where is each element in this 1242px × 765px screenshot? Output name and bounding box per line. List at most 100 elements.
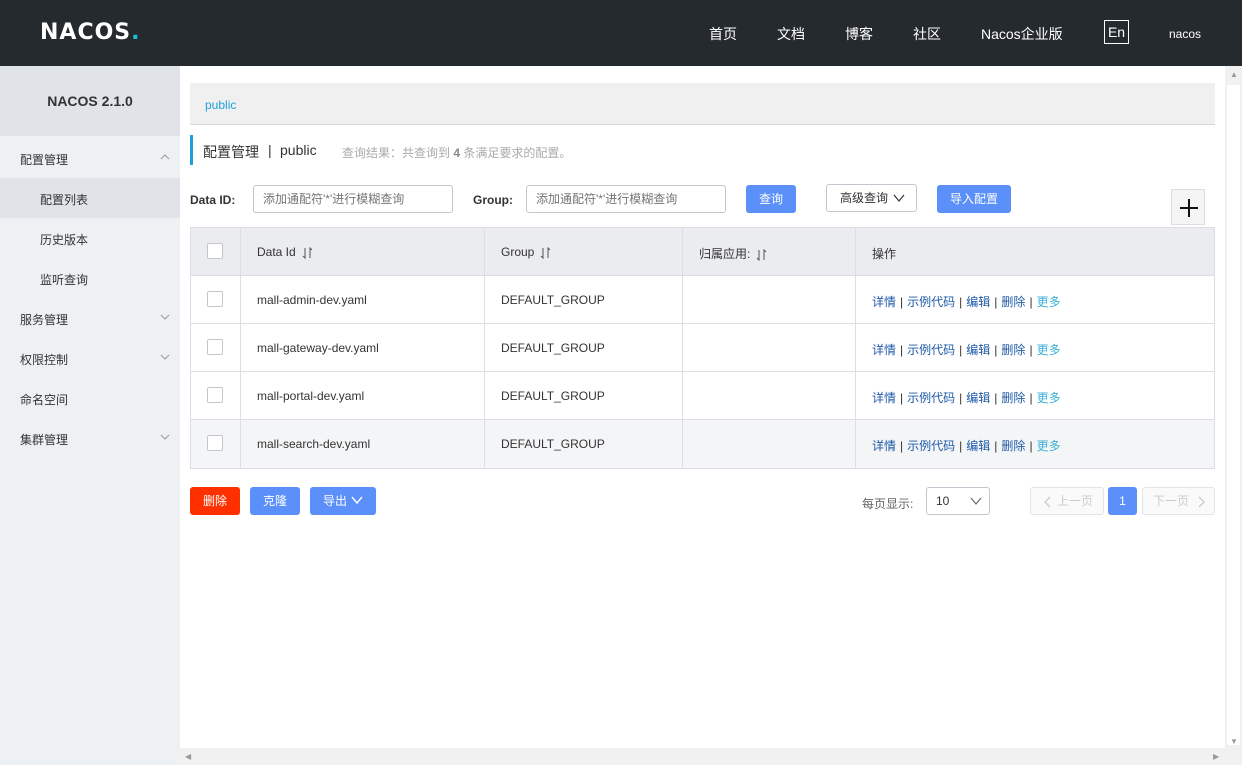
scroll-left-arrow-icon[interactable]: ◀ (185, 752, 191, 761)
table-row: mall-search-dev.yaml DEFAULT_GROUP 详情 | 示例… (191, 420, 1214, 468)
more-link[interactable]: 更多 (1037, 295, 1061, 309)
nav-enterprise[interactable]: Nacos企业版 (981, 24, 1063, 44)
row-checkbox[interactable] (207, 435, 223, 451)
user-menu[interactable]: nacos (1169, 27, 1201, 41)
delete-link[interactable]: 删除 (1001, 343, 1025, 357)
action-separator: | (994, 391, 998, 405)
nav-community[interactable]: 社区 (913, 24, 941, 44)
prev-page-button[interactable]: 上一页 (1030, 487, 1104, 515)
sample-code-link[interactable]: 示例代码 (907, 343, 955, 357)
action-separator: | (1029, 343, 1033, 357)
header-actions: 操作 (856, 228, 1215, 275)
scroll-down-arrow-icon[interactable]: ▼ (1230, 737, 1238, 746)
sidebar-item-access-control[interactable]: 权限控制 (0, 338, 180, 378)
more-link[interactable]: 更多 (1037, 439, 1061, 453)
detail-link[interactable]: 详情 (872, 295, 896, 309)
chevron-down-icon (893, 194, 905, 202)
sidebar-item-label: 集群管理 (20, 433, 69, 447)
sort-icon[interactable] (756, 248, 768, 261)
bulk-delete-button[interactable]: 删除 (190, 487, 240, 515)
nav-blog[interactable]: 博客 (845, 24, 873, 44)
scroll-right-arrow-icon[interactable]: ▶ (1213, 752, 1219, 761)
sidebar-item-listener-query[interactable]: 监听查询 (0, 258, 180, 298)
more-link[interactable]: 更多 (1037, 391, 1061, 405)
edit-link[interactable]: 编辑 (966, 391, 990, 405)
horizontal-scrollbar[interactable] (180, 748, 1225, 765)
logo-dot: . (131, 20, 141, 45)
scroll-up-arrow-icon[interactable]: ▲ (1230, 70, 1238, 79)
header-app[interactable]: 归属应用: (683, 228, 856, 275)
detail-link[interactable]: 详情 (872, 343, 896, 357)
action-separator: | (1029, 391, 1033, 405)
chevron-down-icon (160, 314, 170, 320)
header-label: Data Id (257, 245, 296, 259)
edit-link[interactable]: 编辑 (966, 439, 990, 453)
hint-prefix: 查询结果：共查询到 (342, 146, 451, 160)
chevron-down-icon (160, 354, 170, 360)
delete-link[interactable]: 删除 (1001, 295, 1025, 309)
group-input[interactable] (526, 185, 726, 213)
nav-home[interactable]: 首页 (709, 24, 737, 44)
namespace-link-public[interactable]: public (205, 98, 236, 112)
header-data-id[interactable]: Data Id (241, 228, 485, 275)
export-button[interactable]: 导出 (310, 487, 376, 515)
sidebar-item-service-management[interactable]: 服务管理 (0, 298, 180, 338)
delete-link[interactable]: 删除 (1001, 439, 1025, 453)
action-separator: | (994, 439, 998, 453)
sidebar-item-label: 监听查询 (40, 273, 89, 287)
page-1-button[interactable]: 1 (1108, 487, 1137, 515)
delete-link[interactable]: 删除 (1001, 391, 1025, 405)
nacos-logo[interactable]: NACOS. (40, 20, 141, 45)
table-row: mall-gateway-dev.yaml DEFAULT_GROUP 详情 | 示… (191, 324, 1214, 372)
sidebar-item-label: 配置列表 (40, 193, 89, 207)
sort-icon[interactable] (302, 246, 314, 259)
action-separator: | (900, 391, 904, 405)
row-checkbox[interactable] (207, 387, 223, 403)
nav-docs[interactable]: 文档 (777, 24, 805, 44)
detail-link[interactable]: 详情 (872, 391, 896, 405)
action-separator: | (1029, 295, 1033, 309)
chevron-down-icon (970, 497, 982, 505)
action-separator: | (959, 439, 963, 453)
header-group[interactable]: Group (485, 228, 683, 275)
language-toggle-button[interactable]: En (1104, 20, 1129, 44)
group-cell: DEFAULT_GROUP (501, 341, 605, 355)
sidebar-item-config-management[interactable]: 配置管理 (0, 138, 180, 178)
group-cell: DEFAULT_GROUP (501, 293, 605, 307)
sidebar-item-history[interactable]: 历史版本 (0, 218, 180, 258)
page-size-select[interactable]: 10 (926, 487, 990, 515)
sidebar-item-config-list[interactable]: 配置列表 (0, 178, 180, 218)
sidebar-item-label: 服务管理 (20, 313, 69, 327)
more-link[interactable]: 更多 (1037, 343, 1061, 357)
row-checkbox[interactable] (207, 339, 223, 355)
chevron-down-icon (351, 496, 363, 505)
sidebar-item-label: 命名空间 (20, 393, 69, 407)
vertical-scrollbar-thumb[interactable] (1227, 85, 1240, 745)
next-page-button[interactable]: 下一页 (1142, 487, 1215, 515)
sort-icon[interactable] (540, 246, 552, 259)
sample-code-link[interactable]: 示例代码 (907, 295, 955, 309)
version-label: NACOS 2.1.0 (0, 66, 180, 136)
sidebar-item-namespace[interactable]: 命名空间 (0, 378, 180, 418)
sample-code-link[interactable]: 示例代码 (907, 391, 955, 405)
sidebar-item-cluster-management[interactable]: 集群管理 (0, 418, 180, 458)
detail-link[interactable]: 详情 (872, 439, 896, 453)
chevron-left-icon (1044, 496, 1051, 508)
clone-button[interactable]: 克隆 (250, 487, 300, 515)
top-navbar: NACOS. 首页 文档 博客 社区 Nacos企业版 En nacos (0, 0, 1242, 66)
edit-link[interactable]: 编辑 (966, 295, 990, 309)
edit-link[interactable]: 编辑 (966, 343, 990, 357)
row-actions: 详情 | 示例代码 | 编辑 | 删除 | 更多 (872, 437, 1061, 454)
search-button[interactable]: 查询 (746, 185, 796, 213)
data-id-input[interactable] (253, 185, 453, 213)
import-config-button[interactable]: 导入配置 (937, 185, 1011, 213)
add-config-button[interactable] (1171, 189, 1205, 225)
table-row: mall-admin-dev.yaml DEFAULT_GROUP 详情 | 示例代… (191, 276, 1214, 324)
action-separator: | (994, 343, 998, 357)
advanced-search-button[interactable]: 高级查询 (826, 184, 917, 212)
hint-suffix: 条满足要求的配置。 (463, 146, 572, 160)
row-checkbox[interactable] (207, 291, 223, 307)
header-label: 操作 (872, 247, 897, 261)
sample-code-link[interactable]: 示例代码 (907, 439, 955, 453)
select-all-checkbox[interactable] (207, 243, 223, 259)
